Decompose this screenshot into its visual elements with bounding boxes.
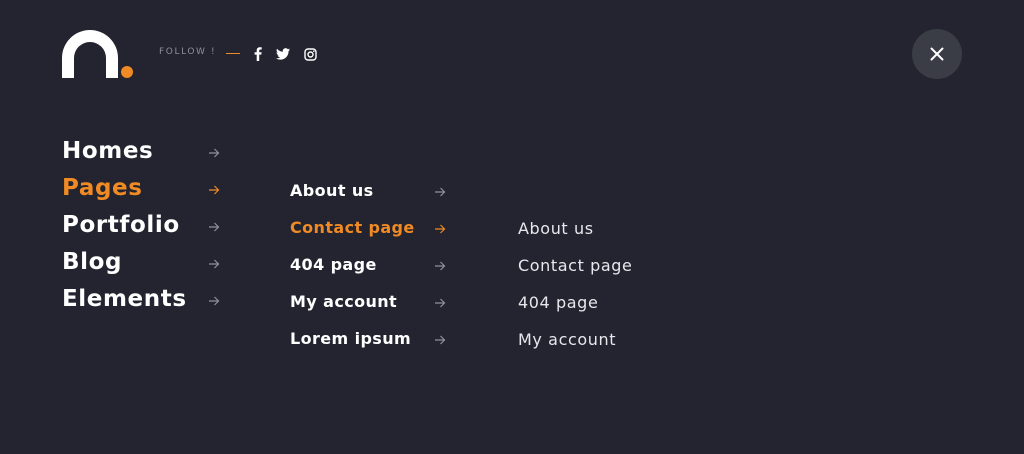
subsubmenu-item-my-account[interactable]: My account	[518, 330, 616, 349]
subsubmenu-item-404-page[interactable]: 404 page	[518, 293, 598, 312]
subsubmenu-label: My account	[518, 330, 617, 349]
close-icon	[930, 47, 944, 61]
menu-item-homes[interactable]: Homes	[62, 138, 220, 164]
arrow-right-icon	[435, 187, 446, 197]
submenu-label: Lorem ipsum	[290, 329, 412, 348]
follow-label: FOLLOW !	[159, 47, 217, 57]
facebook-icon[interactable]	[250, 46, 266, 62]
arrow-right-icon	[435, 298, 446, 308]
arrow-right-icon	[435, 335, 446, 345]
subsubmenu-label: 404 page	[518, 293, 599, 312]
submenu-item-about-us[interactable]: About us	[290, 181, 446, 200]
submenu-label: Contact page	[290, 218, 415, 237]
arrow-right-icon	[209, 185, 220, 195]
arrow-right-icon	[435, 261, 446, 271]
instagram-icon[interactable]	[302, 46, 318, 62]
submenu-label: My account	[290, 292, 398, 311]
submenu-item-lorem-ipsum[interactable]: Lorem ipsum	[290, 329, 446, 348]
menu-label: Blog	[62, 249, 123, 275]
submenu-item-404-page[interactable]: 404 page	[290, 255, 446, 274]
menu-item-portfolio[interactable]: Portfolio	[62, 212, 220, 238]
subsubmenu-item-about-us[interactable]: About us	[518, 219, 594, 238]
subsubmenu-item-contact-page[interactable]: Contact page	[518, 256, 633, 275]
arrow-right-icon	[435, 224, 446, 234]
submenu-item-contact-page[interactable]: Contact page	[290, 218, 446, 237]
arrow-right-icon	[209, 148, 220, 158]
arrow-right-icon	[209, 259, 220, 269]
submenu-label: About us	[290, 181, 374, 200]
menu-item-elements[interactable]: Elements	[62, 286, 220, 312]
close-button[interactable]	[912, 29, 962, 79]
subsubmenu-label: About us	[518, 219, 594, 238]
menu-label: Homes	[62, 138, 154, 164]
submenu-item-my-account[interactable]: My account	[290, 292, 446, 311]
menu-item-blog[interactable]: Blog	[62, 249, 220, 275]
menu-label: Elements	[62, 286, 187, 312]
menu-label: Pages	[62, 175, 143, 201]
submenu-label: 404 page	[290, 255, 377, 274]
follow-divider	[226, 53, 240, 54]
menu-label: Portfolio	[62, 212, 180, 238]
brand-logo[interactable]	[62, 30, 134, 80]
subsubmenu-label: Contact page	[518, 256, 633, 275]
arrow-right-icon	[209, 222, 220, 232]
twitter-icon[interactable]	[275, 46, 291, 62]
menu-item-pages[interactable]: Pages	[62, 175, 220, 201]
arrow-right-icon	[209, 296, 220, 306]
